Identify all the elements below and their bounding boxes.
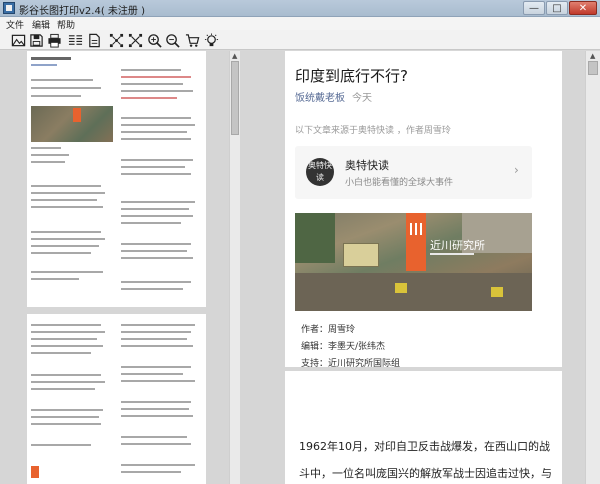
open-image-button[interactable] [10, 32, 26, 48]
logo-block [406, 213, 426, 271]
tips-button[interactable] [203, 32, 219, 48]
thumbnail-page-2[interactable] [27, 314, 206, 484]
menu-bar: 文件 编辑 帮助 [0, 17, 600, 31]
thumbnail-logo-block [31, 466, 39, 478]
fit-screen-button[interactable] [108, 32, 124, 48]
actual-size-button[interactable] [127, 32, 143, 48]
zoom-out-icon [165, 33, 180, 48]
preview-page-1: 印度到底行不行? 饭统戴老板 今天 以下文章来源于奥特快读 ，作者周雪玲 奥特快… [285, 51, 562, 367]
thumbnail-page-1[interactable] [27, 51, 206, 307]
close-button[interactable]: ✕ [569, 1, 597, 15]
save-button[interactable] [28, 32, 44, 48]
meta-editor: 编辑：李墨天/张纬杰 [301, 342, 386, 352]
fit-icon [109, 33, 123, 47]
print-icon [47, 33, 61, 48]
zoom-in-button[interactable] [146, 32, 162, 48]
article-date: 今天 [352, 93, 372, 104]
columns-button[interactable] [67, 32, 83, 48]
preview-page-2: 1962年10月，对印自卫反击战爆发，在西山口的战 斗中，一位名叫庞国兴的解放军… [285, 371, 562, 484]
thumbnail-photo [31, 106, 113, 142]
article-photo: 近川研究所 [295, 213, 532, 311]
window-title: 影谷长图打印v2.4( 未注册 ) [19, 6, 145, 17]
article-title: 印度到底行不行? [295, 67, 408, 85]
account-name: 奥特快读 [345, 159, 389, 172]
meta-author: 作者：周雪玲 [301, 325, 356, 335]
chevron-right-icon: › [514, 163, 519, 177]
scroll-up-arrow[interactable]: ▲ [232, 52, 237, 60]
account-card[interactable]: 奥特快读 奥特快读 小白也能看懂的全球大事件 › [295, 146, 532, 199]
cart-icon [185, 33, 199, 47]
zoom-in-icon [147, 33, 162, 48]
logo-icon [410, 223, 422, 235]
thumbnail-scrollbar[interactable]: ▲ [229, 51, 240, 484]
lightbulb-icon [204, 32, 218, 46]
print-button[interactable] [46, 32, 62, 48]
title-bar[interactable]: 影谷长图打印v2.4( 未注册 ) — □ ✕ [0, 0, 600, 17]
page-setup-button[interactable] [86, 32, 102, 48]
article-author[interactable]: 饭统戴老板 [295, 89, 345, 104]
toolbar [0, 30, 600, 50]
page-icon [88, 33, 100, 47]
preview-scrollbar[interactable]: ▲ [585, 51, 600, 484]
purchase-button[interactable] [184, 32, 200, 48]
zoom-out-button[interactable] [164, 32, 180, 48]
account-description: 小白也能看懂的全球大事件 [345, 178, 454, 188]
scrollbar-thumb[interactable] [231, 61, 239, 135]
preview-pane[interactable]: 印度到底行不行? 饭统戴老板 今天 以下文章来源于奥特快读 ，作者周雪玲 奥特快… [240, 51, 600, 484]
article-source-line: 以下文章来源于奥特快读 ，作者周雪玲 [295, 126, 451, 136]
account-avatar: 奥特快读 [306, 158, 334, 186]
body-paragraph-line: 1962年10月，对印自卫反击战爆发，在西山口的战 [299, 440, 550, 453]
scroll-up-arrow[interactable]: ▲ [590, 52, 595, 60]
image-logo-text: 近川研究所 [430, 239, 485, 252]
image-icon [11, 34, 25, 46]
expand-icon [128, 33, 142, 47]
minimize-button[interactable]: — [523, 1, 545, 15]
maximize-button[interactable]: □ [546, 1, 568, 15]
save-icon [29, 33, 43, 47]
columns-icon [68, 34, 82, 45]
body-paragraph-line: 斗中，一位名叫庞国兴的解放军战士因追击过快，与 [299, 467, 552, 480]
thumbnail-pane[interactable]: ▲ [0, 51, 240, 484]
meta-support: 支持：近川研究所国际组 [301, 359, 401, 367]
scrollbar-thumb[interactable] [588, 61, 598, 75]
app-icon [3, 2, 15, 14]
